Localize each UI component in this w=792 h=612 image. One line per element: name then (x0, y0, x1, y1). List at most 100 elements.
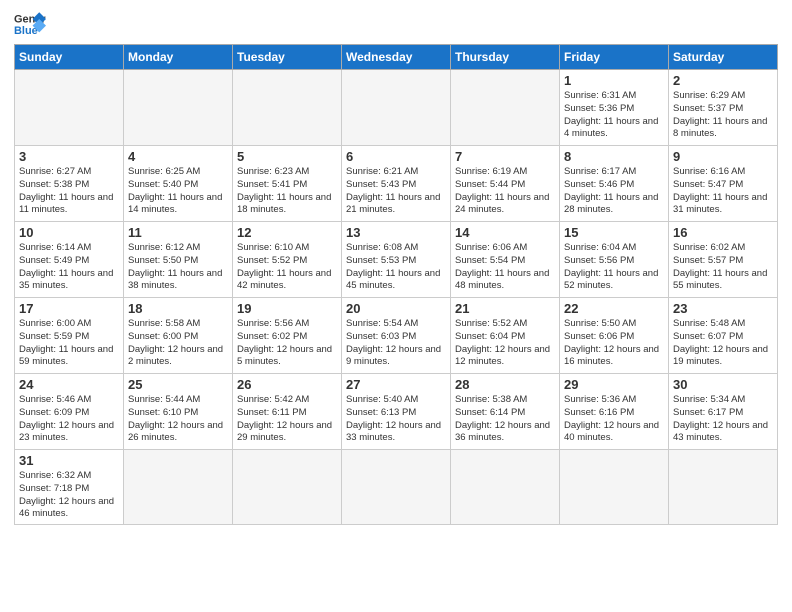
generalblue-logo-icon: General Blue (14, 10, 46, 38)
day-number: 28 (455, 377, 555, 392)
week-row-3: 10Sunrise: 6:14 AM Sunset: 5:49 PM Dayli… (15, 222, 778, 298)
day-number: 27 (346, 377, 446, 392)
calendar-cell: 13 Sunrise: 6:08 AM Sunset: 5:53 PM Dayli… (342, 222, 451, 298)
calendar-cell: 9 Sunrise: 6:16 AM Sunset: 5:47 PM Daylig… (669, 146, 778, 222)
calendar-cell: 30 Sunrise: 5:34 AM Sunset: 6:17 PM Dayli… (669, 374, 778, 450)
calendar-cell: 31 Sunrise: 6:32 AM Sunset: 7:18 PM Dayli… (15, 450, 124, 525)
calendar-cell: 5Sunrise: 6:23 AM Sunset: 5:41 PM Daylig… (233, 146, 342, 222)
weekday-header-thursday: Thursday (451, 45, 560, 70)
day-number: 3 (19, 149, 119, 164)
calendar-cell (124, 450, 233, 525)
day-info: Sunrise: 6:25 AM Sunset: 5:40 PM Dayligh… (128, 166, 228, 217)
calendar-cell (451, 70, 560, 146)
day-info: Sunrise: 5:42 AM Sunset: 6:11 PM Dayligh… (237, 394, 337, 445)
day-info: Sunrise: 5:50 AM Sunset: 6:06 PM Dayligh… (564, 318, 664, 369)
day-info: Sunrise: 5:44 AM Sunset: 6:10 PM Dayligh… (128, 394, 228, 445)
day-number: 13 (346, 225, 446, 240)
calendar-cell: 15 Sunrise: 6:04 AM Sunset: 5:56 PM Dayli… (560, 222, 669, 298)
calendar-cell: 24 Sunrise: 5:46 AM Sunset: 6:09 PM Dayli… (15, 374, 124, 450)
calendar-cell: 26 Sunrise: 5:42 AM Sunset: 6:11 PM Dayli… (233, 374, 342, 450)
day-info: Sunrise: 5:34 AM Sunset: 6:17 PM Dayligh… (673, 394, 773, 445)
day-info: Sunrise: 5:48 AM Sunset: 6:07 PM Dayligh… (673, 318, 773, 369)
day-number: 30 (673, 377, 773, 392)
day-info: Sunrise: 6:32 AM Sunset: 7:18 PM Dayligh… (19, 470, 119, 521)
calendar-cell (451, 450, 560, 525)
day-info: Sunrise: 6:00 AM Sunset: 5:59 PM Dayligh… (19, 318, 119, 369)
weekday-header-monday: Monday (124, 45, 233, 70)
day-info: Sunrise: 5:52 AM Sunset: 6:04 PM Dayligh… (455, 318, 555, 369)
calendar-cell: 17 Sunrise: 6:00 AM Sunset: 5:59 PM Dayli… (15, 298, 124, 374)
day-number: 25 (128, 377, 228, 392)
day-info: Sunrise: 5:56 AM Sunset: 6:02 PM Dayligh… (237, 318, 337, 369)
calendar-cell: 10Sunrise: 6:14 AM Sunset: 5:49 PM Dayli… (15, 222, 124, 298)
day-info: Sunrise: 5:38 AM Sunset: 6:14 PM Dayligh… (455, 394, 555, 445)
day-info: Sunrise: 5:40 AM Sunset: 6:13 PM Dayligh… (346, 394, 446, 445)
day-info: Sunrise: 6:16 AM Sunset: 5:47 PM Dayligh… (673, 166, 773, 217)
weekday-header-tuesday: Tuesday (233, 45, 342, 70)
calendar-cell (669, 450, 778, 525)
day-number: 19 (237, 301, 337, 316)
day-info: Sunrise: 6:31 AM Sunset: 5:36 PM Dayligh… (564, 90, 664, 141)
day-number: 16 (673, 225, 773, 240)
day-info: Sunrise: 5:54 AM Sunset: 6:03 PM Dayligh… (346, 318, 446, 369)
day-info: Sunrise: 6:06 AM Sunset: 5:54 PM Dayligh… (455, 242, 555, 293)
week-row-2: 3 Sunrise: 6:27 AM Sunset: 5:38 PM Daylig… (15, 146, 778, 222)
calendar-cell (342, 70, 451, 146)
day-info: Sunrise: 6:27 AM Sunset: 5:38 PM Dayligh… (19, 166, 119, 217)
day-number: 31 (19, 453, 119, 468)
calendar-cell: 21Sunrise: 5:52 AM Sunset: 6:04 PM Dayli… (451, 298, 560, 374)
header-area: General Blue (14, 10, 778, 38)
day-info: Sunrise: 6:29 AM Sunset: 5:37 PM Dayligh… (673, 90, 773, 141)
day-number: 1 (564, 73, 664, 88)
week-row-4: 17 Sunrise: 6:00 AM Sunset: 5:59 PM Dayli… (15, 298, 778, 374)
week-row-5: 24 Sunrise: 5:46 AM Sunset: 6:09 PM Dayli… (15, 374, 778, 450)
calendar-cell (342, 450, 451, 525)
calendar-cell: 3 Sunrise: 6:27 AM Sunset: 5:38 PM Daylig… (15, 146, 124, 222)
calendar-cell (15, 70, 124, 146)
weekday-header-sunday: Sunday (15, 45, 124, 70)
day-number: 22 (564, 301, 664, 316)
page: General Blue SundayMondayTuesdayWednesda… (0, 0, 792, 612)
calendar-cell (233, 70, 342, 146)
calendar-cell: 25 Sunrise: 5:44 AM Sunset: 6:10 PM Dayli… (124, 374, 233, 450)
day-number: 17 (19, 301, 119, 316)
calendar-cell: 11 Sunrise: 6:12 AM Sunset: 5:50 PM Dayli… (124, 222, 233, 298)
calendar-cell: 12Sunrise: 6:10 AM Sunset: 5:52 PM Dayli… (233, 222, 342, 298)
day-number: 10 (19, 225, 119, 240)
weekday-header-saturday: Saturday (669, 45, 778, 70)
day-number: 15 (564, 225, 664, 240)
calendar-cell: 23Sunrise: 5:48 AM Sunset: 6:07 PM Dayli… (669, 298, 778, 374)
calendar-cell (560, 450, 669, 525)
day-number: 9 (673, 149, 773, 164)
day-number: 26 (237, 377, 337, 392)
day-info: Sunrise: 5:46 AM Sunset: 6:09 PM Dayligh… (19, 394, 119, 445)
weekday-header-friday: Friday (560, 45, 669, 70)
calendar-cell: 29Sunrise: 5:36 AM Sunset: 6:16 PM Dayli… (560, 374, 669, 450)
calendar-cell: 4Sunrise: 6:25 AM Sunset: 5:40 PM Daylig… (124, 146, 233, 222)
day-number: 6 (346, 149, 446, 164)
calendar-cell: 16 Sunrise: 6:02 AM Sunset: 5:57 PM Dayli… (669, 222, 778, 298)
day-info: Sunrise: 6:10 AM Sunset: 5:52 PM Dayligh… (237, 242, 337, 293)
calendar-cell: 2 Sunrise: 6:29 AM Sunset: 5:37 PM Daylig… (669, 70, 778, 146)
day-info: Sunrise: 6:21 AM Sunset: 5:43 PM Dayligh… (346, 166, 446, 217)
weekday-header-row: SundayMondayTuesdayWednesdayThursdayFrid… (15, 45, 778, 70)
day-info: Sunrise: 6:08 AM Sunset: 5:53 PM Dayligh… (346, 242, 446, 293)
day-number: 24 (19, 377, 119, 392)
weekday-header-wednesday: Wednesday (342, 45, 451, 70)
day-info: Sunrise: 6:04 AM Sunset: 5:56 PM Dayligh… (564, 242, 664, 293)
calendar-cell: 7Sunrise: 6:19 AM Sunset: 5:44 PM Daylig… (451, 146, 560, 222)
calendar-cell (124, 70, 233, 146)
day-info: Sunrise: 6:12 AM Sunset: 5:50 PM Dayligh… (128, 242, 228, 293)
calendar-cell: 8Sunrise: 6:17 AM Sunset: 5:46 PM Daylig… (560, 146, 669, 222)
day-info: Sunrise: 6:02 AM Sunset: 5:57 PM Dayligh… (673, 242, 773, 293)
calendar-cell: 22 Sunrise: 5:50 AM Sunset: 6:06 PM Dayli… (560, 298, 669, 374)
calendar-cell: 28 Sunrise: 5:38 AM Sunset: 6:14 PM Dayli… (451, 374, 560, 450)
day-number: 2 (673, 73, 773, 88)
calendar-cell: 19 Sunrise: 5:56 AM Sunset: 6:02 PM Dayli… (233, 298, 342, 374)
calendar-cell: 20Sunrise: 5:54 AM Sunset: 6:03 PM Dayli… (342, 298, 451, 374)
day-number: 11 (128, 225, 228, 240)
calendar-cell: 27 Sunrise: 5:40 AM Sunset: 6:13 PM Dayli… (342, 374, 451, 450)
week-row-1: 1 Sunrise: 6:31 AM Sunset: 5:36 PM Daylig… (15, 70, 778, 146)
day-number: 14 (455, 225, 555, 240)
week-row-6: 31 Sunrise: 6:32 AM Sunset: 7:18 PM Dayli… (15, 450, 778, 525)
